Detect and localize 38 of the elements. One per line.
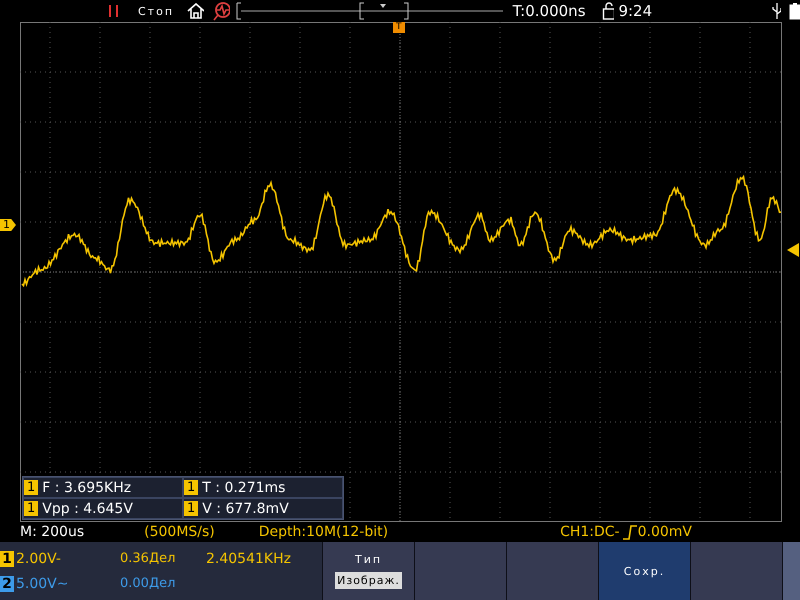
vertical-scale: 5.00V~ [15,576,70,592]
menu-side-strip [782,542,800,600]
clock: 9:24 [618,2,652,20]
channel-badge: 1 [184,480,198,495]
soft-key[interactable]: Сохр. [598,542,690,600]
soft-key[interactable]: Тип Изображ. [322,542,414,600]
channel-badge[interactable]: 2 [0,576,14,592]
option-value: Изображ. [335,572,402,589]
channel-marker[interactable]: 1 [0,219,16,231]
horizontal-position-bar[interactable] [236,1,503,21]
run-state: Стоп [138,4,176,18]
measurement-value: V : 677.8mV [202,500,289,516]
timebase: M: 200us [20,524,84,540]
frequency-reading: 2.40541KHz [206,550,291,566]
channel-badge: 1 [24,480,38,495]
trigger-position-marker: T [393,22,404,33]
vertical-offset: 0.36Дел [120,551,176,566]
channel-badge: 1 [184,501,198,516]
probe-icon[interactable] [212,1,230,21]
pause-icon[interactable] [108,4,120,18]
vertical-scale: 2.00V- [15,550,62,566]
measurement-value: Vpp : 4.645V [42,500,133,516]
trigger-time: T:0.000ns [512,2,587,20]
lock-icon [602,2,614,20]
channel-badge: 1 [24,501,38,516]
trigger-level: 0.00mV [638,524,692,540]
rising-edge-icon [622,524,638,540]
measurement-value: F : 3.695KHz [42,480,132,496]
sample-rate: (500MS/s) [144,524,215,540]
trigger-source: CH1:DC- [560,524,620,540]
battery-icon [789,2,800,20]
home-icon[interactable] [186,2,204,20]
trigger-level-icon[interactable] [785,243,799,257]
usb-icon [772,2,782,20]
vertical-offset: 0.00Дел [120,576,176,591]
channel-badge[interactable]: 1 [0,550,14,566]
memory-depth: Depth:10M(12-bit) [258,524,388,540]
measurement-value: T : 0.271ms [202,480,286,496]
